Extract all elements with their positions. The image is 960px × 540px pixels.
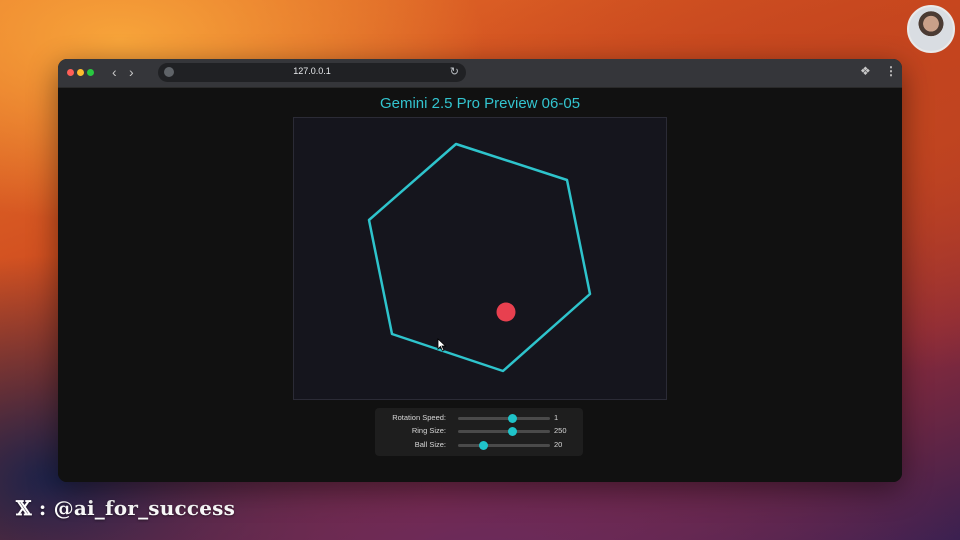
browser-window: ‹ › 127.0.0.1 ↻ ❖ ⋮ Gemini 2.5 Pro Previ… (58, 59, 902, 482)
simulation-svg (367, 142, 592, 373)
url-text: 127.0.0.1 (293, 66, 331, 76)
rotating-hexagon (367, 142, 592, 373)
simulation-canvas[interactable] (293, 117, 667, 400)
controls-panel: Rotation Speed: 1 Ring Size: 250 Ball Si… (375, 408, 583, 456)
ball-size-thumb[interactable] (479, 441, 489, 450)
ball-size-slider[interactable] (458, 441, 550, 450)
page-title: Gemini 2.5 Pro Preview 06-05 (379, 95, 581, 112)
reload-icon[interactable]: ↻ (450, 65, 459, 78)
maximize-window-button[interactable] (87, 69, 94, 76)
ball-size-value: 20 (554, 440, 563, 449)
rotation-speed-value: 1 (554, 413, 559, 422)
ring-size-value: 250 (554, 426, 567, 435)
rotation-speed-thumb[interactable] (507, 414, 517, 423)
close-window-button[interactable] (67, 69, 74, 76)
ring-size-control: Ring Size: 250 (375, 425, 583, 437)
ball-size-control: Ball Size: 20 (375, 439, 583, 451)
minimize-window-button[interactable] (77, 69, 84, 76)
ring-size-label: Ring Size: (411, 426, 446, 435)
watermark-handle: 𝕏 : @ai_for_success (16, 496, 236, 520)
rotation-speed-label: Rotation Speed: (392, 413, 446, 422)
rotation-speed-control: Rotation Speed: 1 (375, 412, 583, 424)
browser-toolbar: ‹ › 127.0.0.1 ↻ ❖ ⋮ (58, 59, 902, 88)
chevron-left-icon[interactable]: ‹ (112, 64, 117, 80)
mouse-cursor-icon (437, 338, 447, 352)
user-avatar (907, 5, 955, 53)
more-menu-icon[interactable]: ⋮ (885, 64, 897, 78)
ring-size-slider[interactable] (458, 427, 550, 436)
extensions-icon[interactable]: ❖ (860, 64, 871, 78)
bouncing-ball (496, 302, 516, 322)
address-bar[interactable]: 127.0.0.1 ↻ (158, 63, 466, 82)
chevron-right-icon[interactable]: › (129, 64, 134, 80)
ball-size-label: Ball Size: (414, 440, 446, 449)
ring-size-thumb[interactable] (507, 427, 517, 436)
page-content: Gemini 2.5 Pro Preview 06-05 Rotation Sp… (58, 88, 902, 482)
rotation-speed-slider[interactable] (458, 414, 550, 423)
